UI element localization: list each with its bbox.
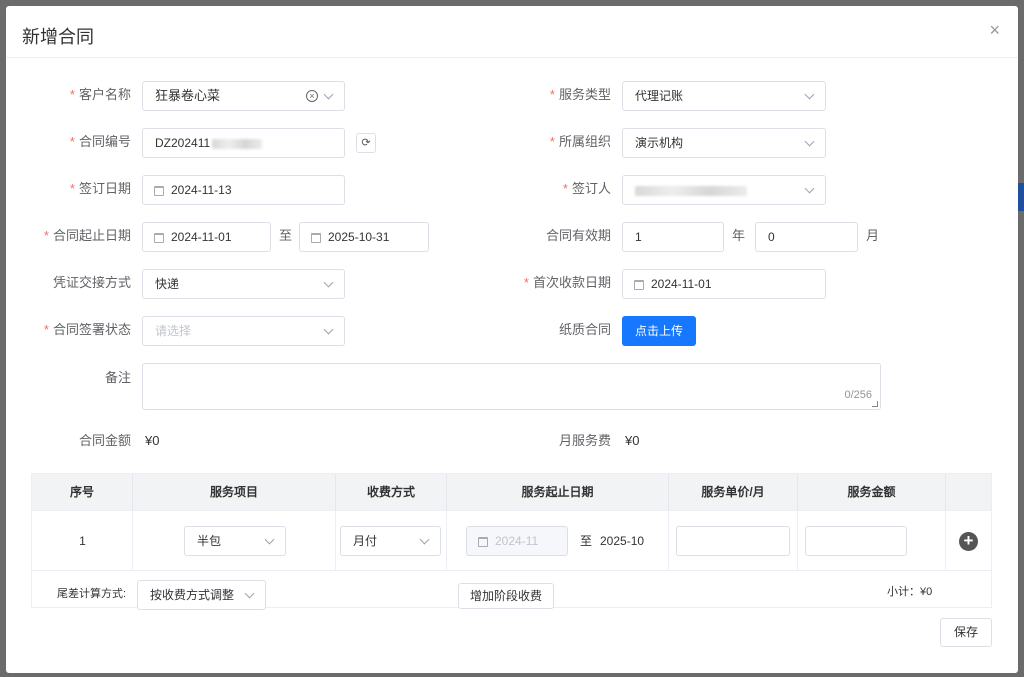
upload-button[interactable]: 点击上传 [622, 316, 696, 346]
cell-actions: + [946, 511, 992, 571]
calendar-icon [634, 280, 644, 290]
column-header: 服务单价/月 [669, 474, 798, 511]
service-table: 序号 服务项目 收费方式 服务起止日期 服务单价/月 服务金额 1 半包 月付 [31, 473, 992, 610]
chevron-down-icon [264, 534, 275, 545]
remark-label: 备注 [104, 370, 131, 385]
service-start-month-picker[interactable]: 2024-11 [466, 526, 568, 556]
contract-no-input[interactable]: DZ202411 [142, 128, 345, 158]
subtotal: 小计：¥0 [887, 586, 933, 598]
redacted-text [635, 185, 747, 196]
customer-select[interactable]: 狂暴卷心菜 × [142, 81, 345, 111]
column-header: 服务金额 [798, 474, 946, 511]
contract-amount-label: 合同金额 [78, 433, 131, 448]
add-stage-fee-button[interactable]: 增加阶段收费 [458, 583, 554, 609]
rounding-method-select[interactable]: 按收费方式调整 [137, 580, 266, 610]
table-row: 1 半包 月付 2024-11 至 2025-10 + [32, 511, 991, 571]
chevron-down-icon [804, 136, 815, 147]
resize-handle[interactable] [872, 401, 878, 407]
service-type-select[interactable]: 代理记账 [622, 81, 826, 111]
contract-period-label: * 合同起止日期 [43, 228, 131, 243]
cell-service-amount [798, 511, 946, 571]
calendar-icon [154, 186, 164, 196]
dialog-header: 新增合同 × [6, 6, 1018, 58]
paper-contract-label: 纸质合同 [558, 322, 611, 337]
unit-price-input[interactable] [676, 526, 790, 556]
row-index: 1 [79, 534, 86, 548]
calendar-icon [311, 233, 321, 243]
voucher-method-label: 凭证交接方式 [52, 275, 131, 290]
chevron-down-icon [323, 324, 334, 335]
first-payment-date-picker[interactable]: 2024-11-01 [622, 269, 826, 299]
remark-textarea[interactable]: 0/256 [142, 363, 881, 410]
new-contract-dialog: 新增合同 × * 客户名称 狂暴卷心菜 × * 服务类型 代理记账 * 合同编号 DZ… [6, 6, 1018, 673]
column-header: 序号 [32, 474, 133, 511]
column-header-actions [946, 474, 992, 511]
chevron-down-icon [804, 183, 815, 194]
calendar-icon [154, 233, 164, 243]
sign-date-picker[interactable]: 2024-11-13 [142, 175, 345, 205]
save-button[interactable]: 保存 [940, 618, 992, 647]
signer-label: * 签订人 [562, 181, 611, 196]
contract-amount-value: ¥0 [145, 433, 160, 448]
sign-status-label: * 合同签署状态 [43, 322, 131, 337]
cell-index: 1 [32, 511, 133, 571]
service-end-month: 2025-10 [600, 534, 645, 548]
voucher-method-select[interactable]: 快递 [142, 269, 345, 299]
monthly-fee-value: ¥0 [625, 433, 640, 448]
cell-unit-price [669, 511, 798, 571]
signer-select[interactable] [622, 175, 826, 205]
calendar-icon [478, 537, 488, 547]
year-unit: 年 [732, 228, 746, 243]
validity-years-input[interactable]: 1 [622, 222, 724, 252]
first-payment-date-label: * 首次收款日期 [523, 275, 611, 290]
rounding-label: 尾差计算方式: [57, 588, 127, 600]
dialog-title: 新增合同 [22, 27, 94, 47]
chevron-down-icon [323, 89, 334, 100]
contract-end-date-picker[interactable]: 2025-10-31 [299, 222, 429, 252]
organization-select[interactable]: 演示机构 [622, 128, 826, 158]
organization-label: * 所属组织 [549, 134, 611, 149]
billing-method-select[interactable]: 月付 [340, 526, 441, 556]
chevron-down-icon [244, 588, 255, 599]
refresh-icon[interactable]: ⟳ [356, 133, 376, 153]
clear-icon[interactable]: × [306, 90, 318, 102]
close-icon[interactable]: × [989, 21, 1000, 39]
contract-start-date-picker[interactable]: 2024-11-01 [142, 222, 271, 252]
service-amount-input[interactable] [805, 526, 907, 556]
range-separator: 至 [580, 534, 593, 548]
add-row-icon[interactable]: + [959, 532, 978, 551]
table-header: 序号 服务项目 收费方式 服务起止日期 服务单价/月 服务金额 [32, 474, 991, 511]
validity-label: 合同有效期 [545, 228, 611, 243]
char-counter: 0/256 [844, 389, 872, 401]
monthly-fee-label: 月服务费 [558, 433, 611, 448]
redacted-text [212, 138, 263, 149]
cell-service-period: 2024-11 至 2025-10 [447, 511, 669, 571]
range-separator: 至 [279, 228, 293, 243]
chevron-down-icon [323, 277, 334, 288]
column-header: 服务项目 [133, 474, 336, 511]
chevron-down-icon [804, 89, 815, 100]
contract-no-label: * 合同编号 [69, 134, 131, 149]
customer-label: * 客户名称 [69, 87, 131, 102]
service-item-select[interactable]: 半包 [184, 526, 286, 556]
service-type-label: * 服务类型 [549, 87, 611, 102]
month-unit: 月 [866, 228, 880, 243]
column-header: 收费方式 [336, 474, 447, 511]
column-header: 服务起止日期 [447, 474, 669, 511]
validity-months-input[interactable]: 0 [755, 222, 858, 252]
cell-billing: 月付 [336, 511, 447, 571]
sign-date-label: * 签订日期 [69, 181, 131, 196]
cell-service-item: 半包 [133, 511, 336, 571]
sign-status-select[interactable]: 请选择 [142, 316, 345, 346]
chevron-down-icon [419, 534, 430, 545]
